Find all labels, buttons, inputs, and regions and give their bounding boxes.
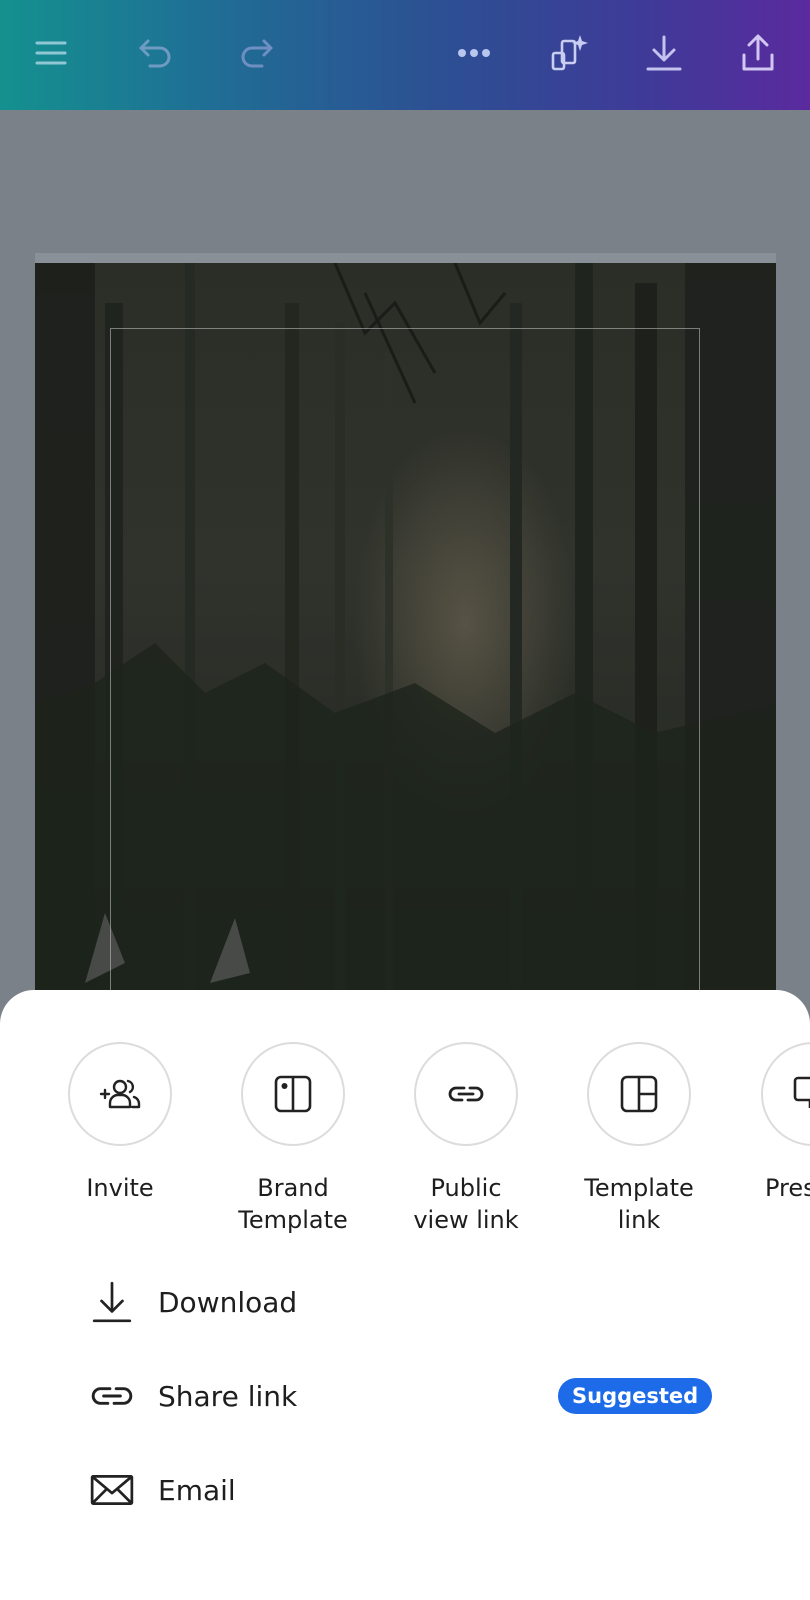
undo-button[interactable] xyxy=(128,25,184,81)
brand-template-label: Brand Template xyxy=(238,1174,348,1234)
share-bottom-sheet: Invite Brand Template Public view link T… xyxy=(0,990,810,1600)
brand-template-icon xyxy=(274,1075,312,1113)
share-link-row-label: Share link xyxy=(158,1379,298,1413)
present-icon xyxy=(793,1076,810,1108)
download-row-label: Download xyxy=(158,1285,298,1319)
download-row[interactable]: Download xyxy=(88,1272,728,1332)
template-link-label: Template link xyxy=(584,1174,694,1234)
public-view-link-label: Public view link xyxy=(413,1174,519,1234)
download-icon xyxy=(92,1281,132,1323)
template-link-option[interactable]: Template link xyxy=(564,1042,714,1236)
more-icon xyxy=(458,49,490,57)
template-icon xyxy=(620,1075,658,1113)
email-icon xyxy=(90,1475,134,1505)
more-options-button[interactable] xyxy=(446,25,502,81)
public-view-link-circle xyxy=(414,1042,518,1146)
invite-circle xyxy=(68,1042,172,1146)
share-link-row[interactable]: Share link Suggested xyxy=(88,1366,728,1426)
template-link-circle xyxy=(587,1042,691,1146)
brand-template-option[interactable]: Brand Template xyxy=(218,1042,368,1236)
email-row-label: Email xyxy=(158,1473,236,1507)
magic-resize-icon xyxy=(551,35,588,71)
brand-template-circle xyxy=(241,1042,345,1146)
suggested-badge: Suggested xyxy=(558,1378,713,1414)
present-option[interactable]: Pres xyxy=(737,1042,810,1204)
share-button[interactable] xyxy=(730,25,786,81)
share-icon xyxy=(742,34,774,71)
design-page-forest-image[interactable] xyxy=(35,263,776,1023)
email-row[interactable]: Email xyxy=(88,1460,728,1520)
design-frame-border xyxy=(110,328,700,1023)
redo-icon xyxy=(241,39,273,68)
email-row-icon-wrap xyxy=(88,1466,136,1514)
undo-icon xyxy=(139,39,171,68)
link-icon xyxy=(448,1086,484,1102)
invite-people-icon xyxy=(99,1079,141,1109)
download-icon xyxy=(646,35,682,71)
present-circle xyxy=(761,1042,810,1146)
public-view-link-option[interactable]: Public view link xyxy=(391,1042,541,1236)
invite-label: Invite xyxy=(86,1174,154,1202)
present-label: Pres xyxy=(765,1174,810,1202)
download-row-icon-wrap xyxy=(88,1278,136,1326)
redo-button[interactable] xyxy=(228,25,284,81)
menu-button[interactable] xyxy=(23,25,79,81)
invite-option[interactable]: Invite xyxy=(45,1042,195,1204)
download-toolbar-button[interactable] xyxy=(636,25,692,81)
menu-icon xyxy=(35,41,67,65)
page-top-edge xyxy=(35,253,776,263)
share-link-row-icon-wrap xyxy=(88,1372,136,1420)
top-toolbar xyxy=(0,0,810,110)
magic-resize-button[interactable] xyxy=(541,25,597,81)
link-icon xyxy=(91,1387,133,1405)
